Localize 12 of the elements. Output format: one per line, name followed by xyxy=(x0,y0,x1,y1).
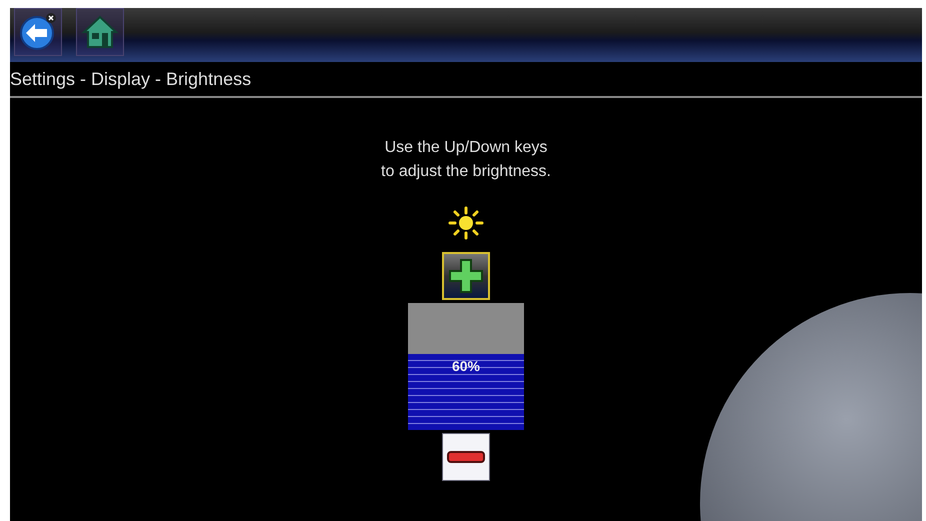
decrease-button[interactable] xyxy=(442,433,490,481)
home-icon xyxy=(81,14,119,50)
plus-icon xyxy=(447,257,485,295)
brightness-reading: 60% xyxy=(452,358,480,376)
back-arrow-icon xyxy=(18,12,58,52)
home-button[interactable] xyxy=(76,8,124,56)
increase-button[interactable] xyxy=(442,252,490,300)
instructions-text: Use the Up/Down keys to adjust the brightness. xyxy=(381,138,551,182)
minus-icon xyxy=(447,451,485,463)
back-button[interactable] xyxy=(14,8,62,56)
breadcrumb: Settings - Display - Brightness xyxy=(10,68,252,90)
sun-icon xyxy=(448,206,484,240)
